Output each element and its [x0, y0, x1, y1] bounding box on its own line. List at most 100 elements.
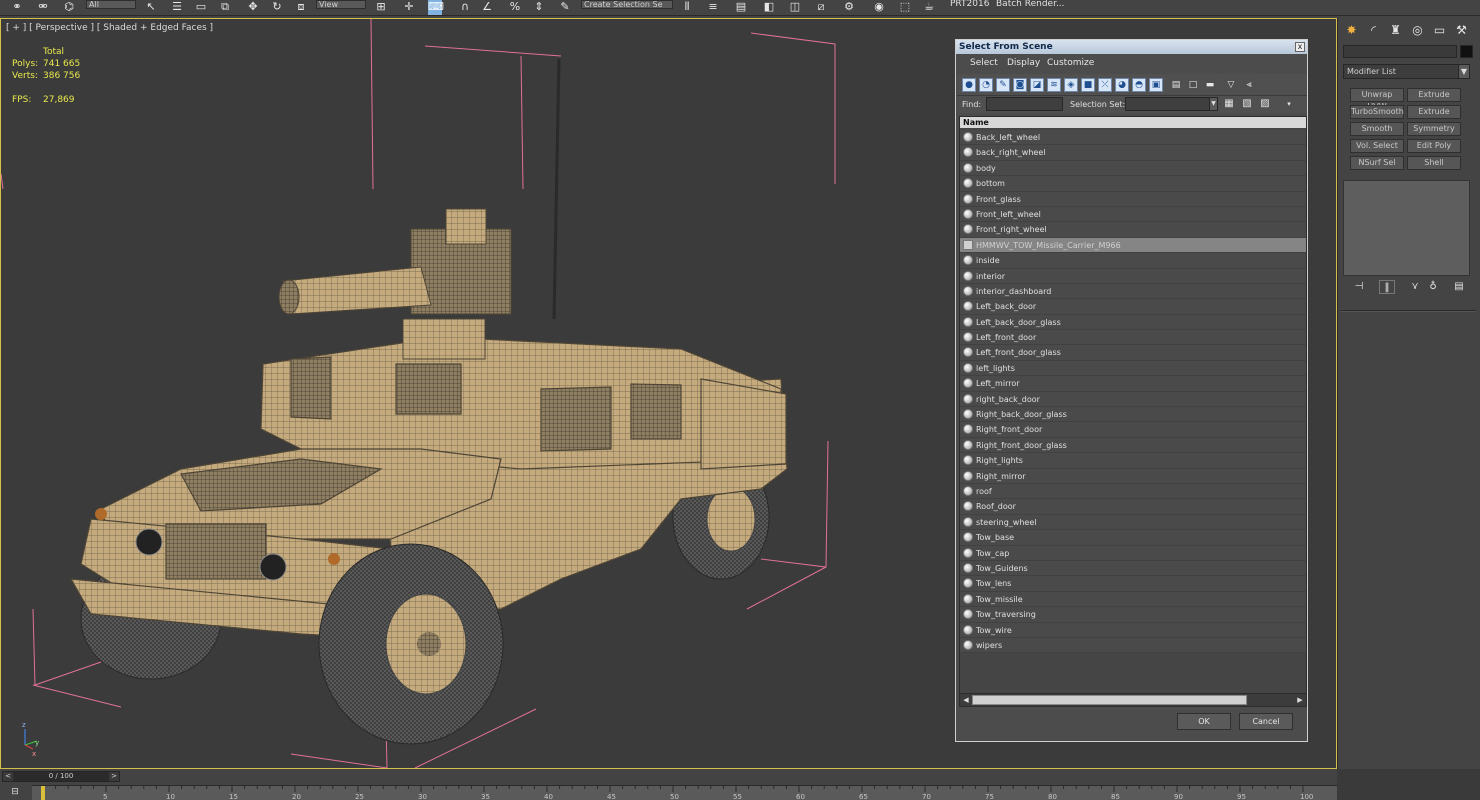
list-item[interactable]: right_back_door	[960, 391, 1306, 408]
list-item[interactable]: Left_back_door	[960, 299, 1306, 315]
align-icon[interactable]: ≡	[706, 0, 720, 15]
selection-filter-dropdown[interactable]: All	[86, 0, 136, 9]
batch-render-button[interactable]: Batch Render...	[996, 0, 1065, 9]
angle-snap-icon[interactable]: ∠	[480, 0, 494, 15]
modifier-button-nsurf-sel[interactable]: NSurf Sel	[1350, 156, 1404, 170]
list-item[interactable]: Right_front_door_glass	[960, 437, 1306, 454]
filter-options-icon[interactable]: ⫷	[1242, 78, 1256, 92]
modifier-button-unwrap-uvw[interactable]: Unwrap UVW	[1350, 88, 1404, 111]
list-item[interactable]: Tow_cap	[960, 545, 1306, 561]
horizontal-scrollbar[interactable]: ◀ ▶	[960, 693, 1306, 706]
window-crossing-icon[interactable]: ⧉	[218, 0, 232, 15]
list-item[interactable]: interior	[960, 268, 1306, 284]
unlink-icon[interactable]: ⚮	[36, 0, 50, 15]
geometry-filter-icon[interactable]: ●	[962, 78, 976, 92]
show-end-result-icon[interactable]: ‖	[1379, 280, 1395, 294]
list-item[interactable]: Left_front_door_glass	[960, 345, 1306, 361]
modifier-button-edit-poly[interactable]: Edit Poly	[1407, 139, 1461, 153]
containers-filter-icon[interactable]: ◕	[1115, 78, 1129, 92]
modify-tab-icon[interactable]: ◜	[1364, 22, 1383, 39]
chevron-down-icon[interactable]: ▼	[1209, 97, 1218, 111]
list-item[interactable]: Right_back_door_glass	[960, 407, 1306, 423]
schematic-view-icon[interactable]: ⚙	[842, 0, 856, 15]
groups-filter-icon[interactable]: ◈	[1064, 78, 1078, 92]
list-item[interactable]: Front_left_wheel	[960, 206, 1306, 223]
hierarchy-tab-icon[interactable]: ♜	[1386, 22, 1405, 39]
time-slider[interactable]: < 0 / 100 >	[2, 771, 120, 782]
list-item[interactable]: bottom	[960, 176, 1306, 192]
display-tab-icon[interactable]: ▭	[1430, 22, 1449, 39]
list-item[interactable]: Tow_Guidens	[960, 560, 1306, 577]
scroll-left-icon[interactable]: ◀	[961, 695, 971, 705]
spinner-snap-icon[interactable]: ⇕	[532, 0, 546, 15]
move-icon[interactable]: ✥	[246, 0, 260, 15]
list-item[interactable]: Right_mirror	[960, 468, 1306, 484]
modifier-button-turbosmooth[interactable]: TurboSmooth	[1350, 105, 1404, 119]
link-icon[interactable]: ⚭	[10, 0, 24, 15]
time-slider-thumb[interactable]: 0 / 100	[13, 772, 109, 781]
modifier-button-vol-select[interactable]: Vol. Select	[1350, 139, 1404, 153]
scale-icon[interactable]: ⧈	[294, 0, 308, 15]
scrollbar-thumb[interactable]	[972, 695, 1247, 705]
filter-icon[interactable]: ▽	[1224, 78, 1238, 92]
invert-display-icon[interactable]: ▬	[1203, 78, 1217, 92]
layer-manager-icon[interactable]: ◧	[762, 0, 776, 15]
list-item[interactable]: roof	[960, 483, 1306, 500]
lights-filter-icon[interactable]: ✎	[996, 78, 1010, 92]
list-item[interactable]: HMMWV_TOW_Missile_Carrier_M966	[960, 237, 1306, 254]
modifier-list-dropdown[interactable]: Modifier List	[1343, 64, 1470, 79]
edit-named-sel-icon[interactable]: ✎	[558, 0, 572, 15]
list-item[interactable]: Tow_base	[960, 530, 1306, 546]
scene-explorer-icon[interactable]: ▤	[734, 0, 748, 15]
render-frame-icon[interactable]: ☕	[922, 0, 936, 15]
hidden-filter-icon[interactable]: ▣	[1149, 78, 1163, 92]
object-name-field[interactable]	[1343, 45, 1457, 58]
curve-editor-icon[interactable]: ⧄	[814, 0, 828, 15]
list-item[interactable]: body	[960, 160, 1306, 177]
prev-frame-icon[interactable]: <	[3, 772, 13, 781]
chevron-down-icon[interactable]: ▼	[1458, 64, 1470, 79]
graphite-ribbon-icon[interactable]: ◫	[788, 0, 802, 15]
render-setup-icon[interactable]: ⬚	[898, 0, 912, 15]
list-item[interactable]: Tow_wire	[960, 622, 1306, 638]
cameras-filter-icon[interactable]: ◙	[1013, 78, 1027, 92]
list-item[interactable]: interior_dashboard	[960, 283, 1306, 300]
bones-filter-icon[interactable]: ⤫	[1098, 78, 1112, 92]
track-bar[interactable]: 5 10 15 20 25 30 35 40 45 50 55 60 65 70 75 80 85 90 95 100	[32, 785, 1337, 800]
list-item[interactable]: inside	[960, 253, 1306, 269]
current-frame-marker[interactable]	[41, 786, 45, 800]
find-input[interactable]	[986, 97, 1063, 111]
list-item[interactable]: wipers	[960, 637, 1306, 654]
modifier-button-shell[interactable]: Shell	[1407, 156, 1461, 170]
display-none-icon[interactable]: □	[1186, 78, 1200, 92]
viewport-label[interactable]: [ + ] [ Perspective ] [ Shaded + Edged F…	[6, 23, 213, 33]
list-item[interactable]: Roof_door	[960, 499, 1306, 515]
ok-button[interactable]: OK	[1177, 713, 1231, 730]
select-manipulate-icon[interactable]: ✛	[402, 0, 416, 15]
next-frame-icon[interactable]: >	[109, 772, 119, 781]
bind-spacewarp-icon[interactable]: ⌬	[62, 0, 76, 15]
mirror-icon[interactable]: ⫴	[680, 0, 694, 15]
list-item[interactable]: left_lights	[960, 360, 1306, 377]
configure-modifier-sets-icon[interactable]: ▤	[1451, 280, 1467, 294]
list-item[interactable]: Left_mirror	[960, 376, 1306, 392]
pin-stack-icon[interactable]: ⊣	[1351, 280, 1367, 294]
list-item[interactable]: Left_front_door	[960, 330, 1306, 346]
select-object-icon[interactable]: ↖	[144, 0, 158, 15]
list-item[interactable]: Right_front_door	[960, 422, 1306, 438]
make-unique-icon[interactable]: ⋎	[1407, 280, 1423, 294]
helpers-filter-icon[interactable]: ◪	[1030, 78, 1044, 92]
menu-display[interactable]: Display	[1007, 57, 1040, 70]
pivot-center-icon[interactable]: ⊞	[374, 0, 388, 15]
remove-modifier-icon[interactable]: ♁	[1425, 280, 1441, 294]
snap-toggle-icon[interactable]: ∩	[458, 0, 472, 15]
list-item[interactable]: Front_right_wheel	[960, 222, 1306, 238]
list-item[interactable]: Front_glass	[960, 191, 1306, 207]
list-item[interactable]: Tow_missile	[960, 591, 1306, 608]
prt-label[interactable]: PRT2016	[950, 0, 989, 9]
xrefs-filter-icon[interactable]: ■	[1081, 78, 1095, 92]
percent-snap-icon[interactable]: %	[508, 0, 522, 15]
toolbar-expand-icon[interactable]: ▾	[1282, 98, 1296, 111]
motion-tab-icon[interactable]: ◎	[1408, 22, 1427, 39]
create-tab-icon[interactable]: ✸	[1342, 22, 1361, 39]
